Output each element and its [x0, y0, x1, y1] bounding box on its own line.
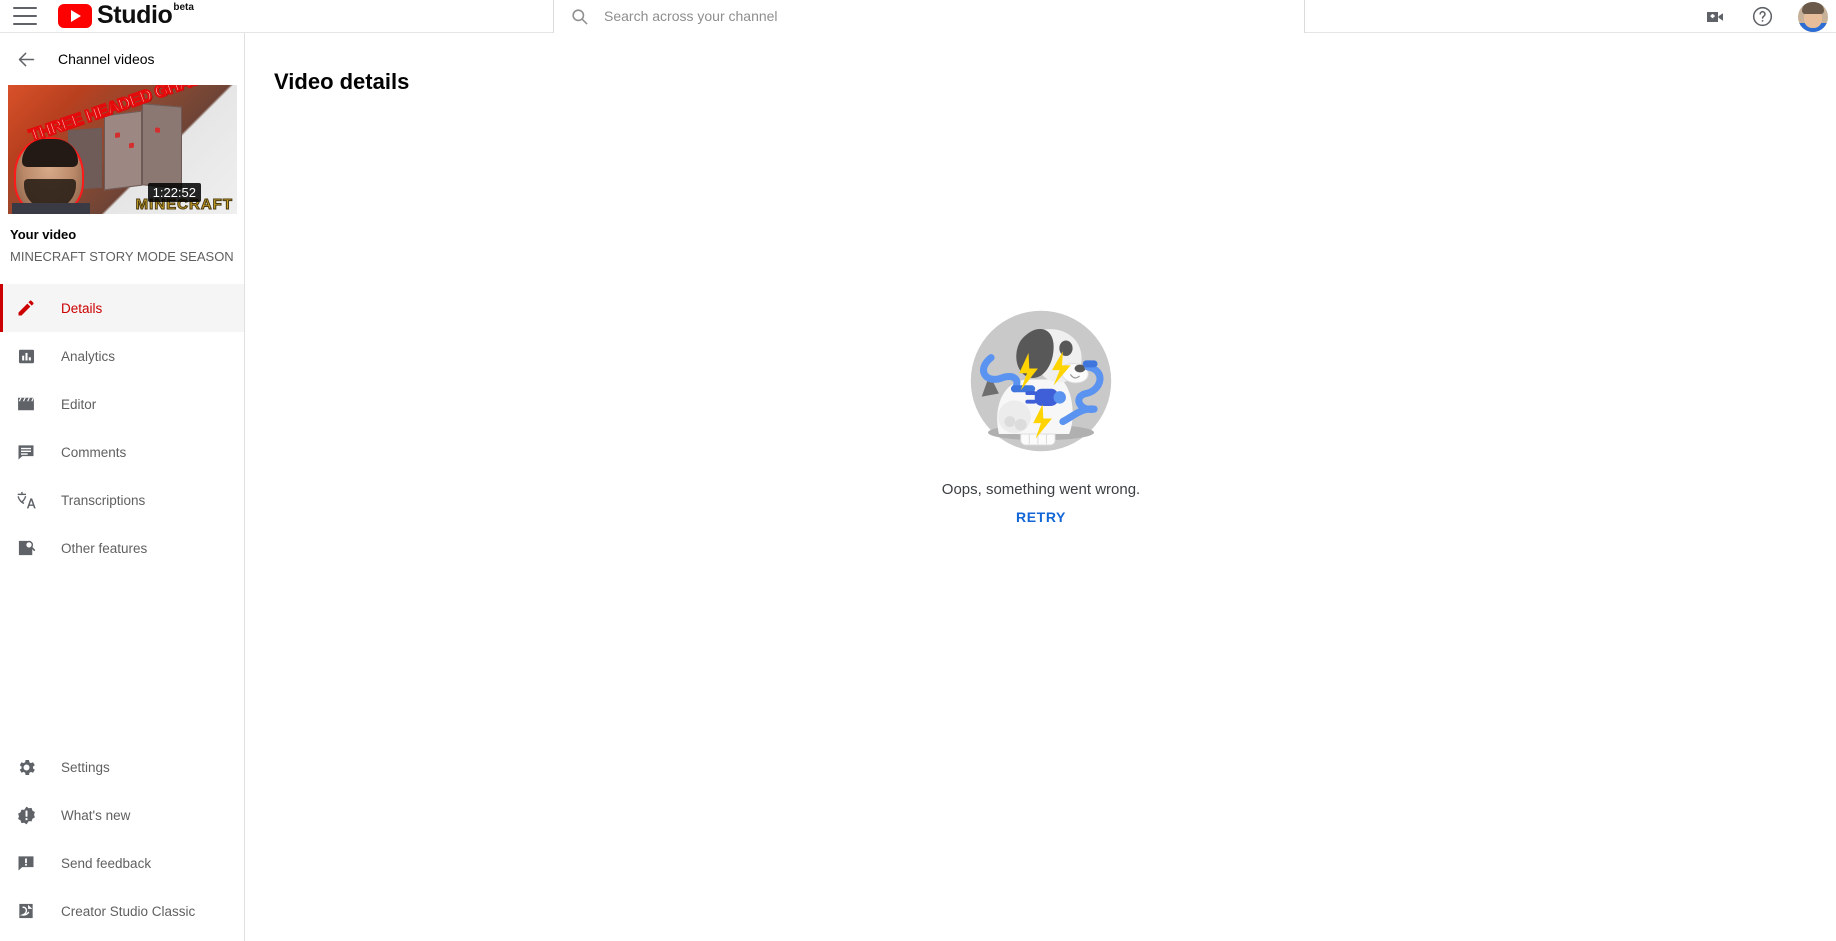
sidebar-item-label: Settings [61, 759, 110, 775]
bar-chart-icon [14, 344, 38, 368]
sidebar-item-whats-new[interactable]: What's new [0, 791, 245, 839]
thumbnail-block [142, 103, 182, 189]
video-thumbnail[interactable]: THREE HEADED GHAST??!! MINECRAFT 1:22:52 [8, 85, 237, 214]
header-actions [1703, 0, 1828, 33]
sidebar-item-label: Comments [61, 444, 127, 460]
help-question-icon[interactable] [1751, 5, 1774, 28]
clapperboard-icon [14, 392, 38, 416]
video-camera-add-icon[interactable] [1703, 5, 1727, 29]
video-duration-badge: 1:22:52 [147, 183, 201, 202]
sidebar-item-other-features[interactable]: Other features [0, 524, 244, 572]
broken-dog-cable-error-illustration [970, 310, 1112, 452]
user-avatar[interactable] [1798, 1, 1828, 32]
error-message: Oops, something went wrong. [941, 481, 1141, 498]
gear-icon [14, 755, 38, 779]
sidebar-item-label: Send feedback [61, 855, 152, 871]
search-bar[interactable] [553, 0, 1305, 34]
studio-logo[interactable]: Studio beta [58, 0, 194, 32]
sidebar-item-editor[interactable]: Editor [0, 380, 244, 428]
comment-lines-icon [14, 440, 38, 464]
youtube-play-icon [58, 3, 92, 28]
search-input[interactable] [604, 8, 1244, 24]
video-title: MINECRAFT STORY MODE SEASON … [10, 249, 234, 264]
sidebar-item-label: Editor [61, 396, 97, 412]
sidebar-nav: Details Analytics Editor Comments Transc… [0, 284, 244, 572]
app-header: Studio beta [0, 0, 1836, 34]
sidebar-item-transcriptions[interactable]: Transcriptions [0, 476, 244, 524]
sidebar-item-send-feedback[interactable]: Send feedback [0, 839, 245, 887]
sidebar-back-to-channel-videos[interactable]: Channel videos [0, 33, 244, 85]
sidebar-bottom-nav: Settings What's new Send feedback Creato… [0, 743, 245, 941]
sidebar-item-label: What's new [61, 807, 131, 823]
sidebar-item-creator-studio-classic[interactable]: Creator Studio Classic [0, 887, 245, 935]
sidebar-item-label: Analytics [61, 348, 116, 364]
exclamation-badge-icon [14, 803, 38, 827]
retry-button[interactable]: RETRY [1016, 509, 1066, 525]
video-meta: Your video MINECRAFT STORY MODE SEASON … [0, 214, 244, 268]
sidebar-item-analytics[interactable]: Analytics [0, 332, 244, 380]
hamburger-menu-icon[interactable] [13, 7, 37, 25]
sidebar-item-label: Details [61, 300, 103, 316]
feedback-speech-icon [14, 851, 38, 875]
brand-beta-badge: beta [173, 2, 194, 13]
sidebar-item-details[interactable]: Details [0, 284, 244, 332]
page-search-icon [14, 536, 38, 560]
brand-name: Studio [97, 1, 173, 29]
thumbnail-creator-face [12, 137, 90, 214]
video-label: Your video [10, 227, 77, 242]
error-state: Oops, something went wrong. RETRY [246, 303, 1836, 525]
sidebar-item-settings[interactable]: Settings [0, 743, 245, 791]
sidebar-item-comments[interactable]: Comments [0, 428, 244, 476]
thumbnail-block [104, 110, 142, 191]
page-title: Video details [274, 69, 410, 94]
sidebar: Channel videos THREE HEADED GHAST??!! MI… [0, 33, 245, 941]
sidebar-back-label: Channel videos [58, 51, 155, 67]
main-content: Video details Oops, something went wrong… [246, 33, 1836, 941]
translate-icon [14, 488, 38, 512]
sidebar-item-label: Creator Studio Classic [61, 903, 196, 919]
search-icon [570, 7, 589, 26]
sidebar-item-label: Transcriptions [61, 492, 146, 508]
creator-studio-classic-icon [14, 899, 38, 923]
arrow-left-icon [14, 47, 38, 71]
sidebar-item-label: Other features [61, 540, 148, 556]
pencil-edit-icon [14, 296, 38, 320]
